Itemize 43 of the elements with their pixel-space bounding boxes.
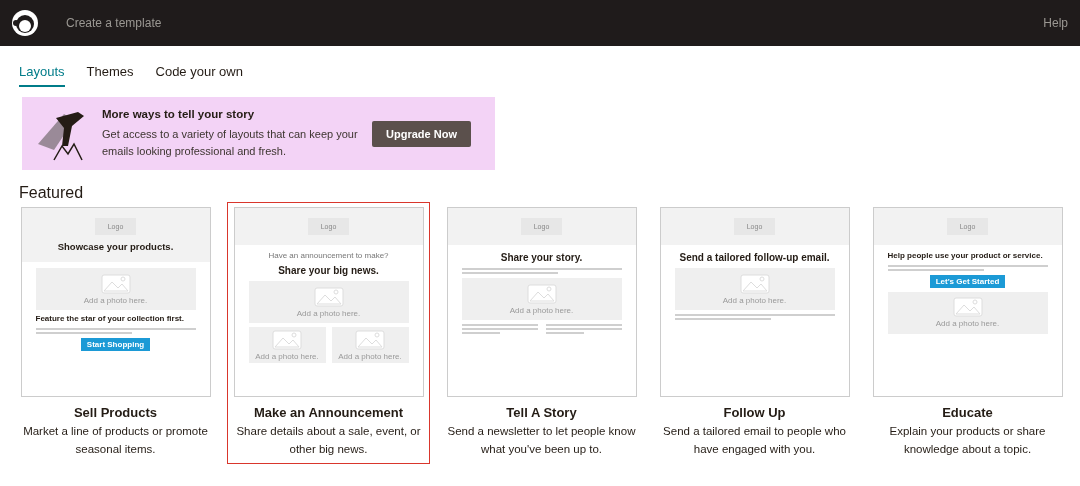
tab[interactable]: Code your own: [155, 64, 243, 87]
template-name: Tell A Story: [506, 405, 577, 420]
help-link[interactable]: Help: [1043, 16, 1068, 30]
thumbnail-subheading: Feature the star of your collection first.: [35, 314, 185, 324]
tab[interactable]: Layouts: [19, 64, 65, 87]
thumbnail-headline: Share your big news.: [277, 264, 380, 277]
template-description: Market a line of products or promote seasonal items.: [22, 424, 209, 457]
photo-caption: Add a photo here.: [722, 295, 787, 305]
image-icon: [313, 286, 344, 307]
image-icon: [952, 297, 983, 318]
section-title: Featured: [19, 184, 85, 202]
thumbnail-headline: Send a tailored follow-up email.: [678, 251, 831, 264]
template-name: Sell Products: [73, 405, 158, 420]
thumbnail-button: Start Shopping: [80, 337, 151, 351]
upgrade-button[interactable]: Upgrade Now: [372, 120, 471, 147]
page-title: Create a template: [66, 16, 162, 30]
photo-caption: Add a photo here.: [255, 351, 319, 361]
image-icon: [100, 273, 131, 294]
photo-caption: Add a photo here.: [296, 308, 361, 318]
tab[interactable]: Themes: [86, 64, 134, 87]
template-name: Make an Announcement: [253, 405, 403, 420]
photo-caption: Add a photo here.: [83, 295, 148, 305]
template-description: Send a newsletter to let people know what you've been up to.: [446, 424, 637, 457]
template-description: Share details about a sale, event, or other big news.: [235, 424, 422, 457]
thumbnail-pretitle: Have an announcement to make?: [267, 251, 390, 260]
photo-caption: Add a photo here.: [338, 351, 402, 361]
photo-caption: Add a photo here.: [935, 319, 1000, 329]
thumbnail-button: Let's Get Started: [929, 274, 1006, 288]
banner-title: More ways to tell your story: [102, 108, 256, 120]
thumbnail-headline: Share your story.: [499, 251, 584, 264]
banner-text: Get access to a variety of layouts that can keep your emails looking professional and fresh.: [102, 127, 359, 159]
template-description: Send a tailored email to people who have engaged with you.: [662, 424, 847, 457]
monkey-logo-icon[interactable]: [10, 8, 40, 38]
image-icon: [526, 283, 557, 304]
thumbnail-subheading: Help people use your product or service.: [887, 251, 1044, 261]
template-name: Follow Up: [723, 405, 786, 420]
image-icon: [739, 273, 770, 294]
thumbnail-headline: Showcase your products.: [57, 241, 174, 252]
template-name: Educate: [942, 405, 993, 420]
image-icon: [355, 329, 385, 350]
image-icon: [272, 329, 302, 350]
template-description: Explain your products or share knowledge about a topic.: [888, 424, 1047, 457]
photo-caption: Add a photo here.: [509, 305, 574, 315]
